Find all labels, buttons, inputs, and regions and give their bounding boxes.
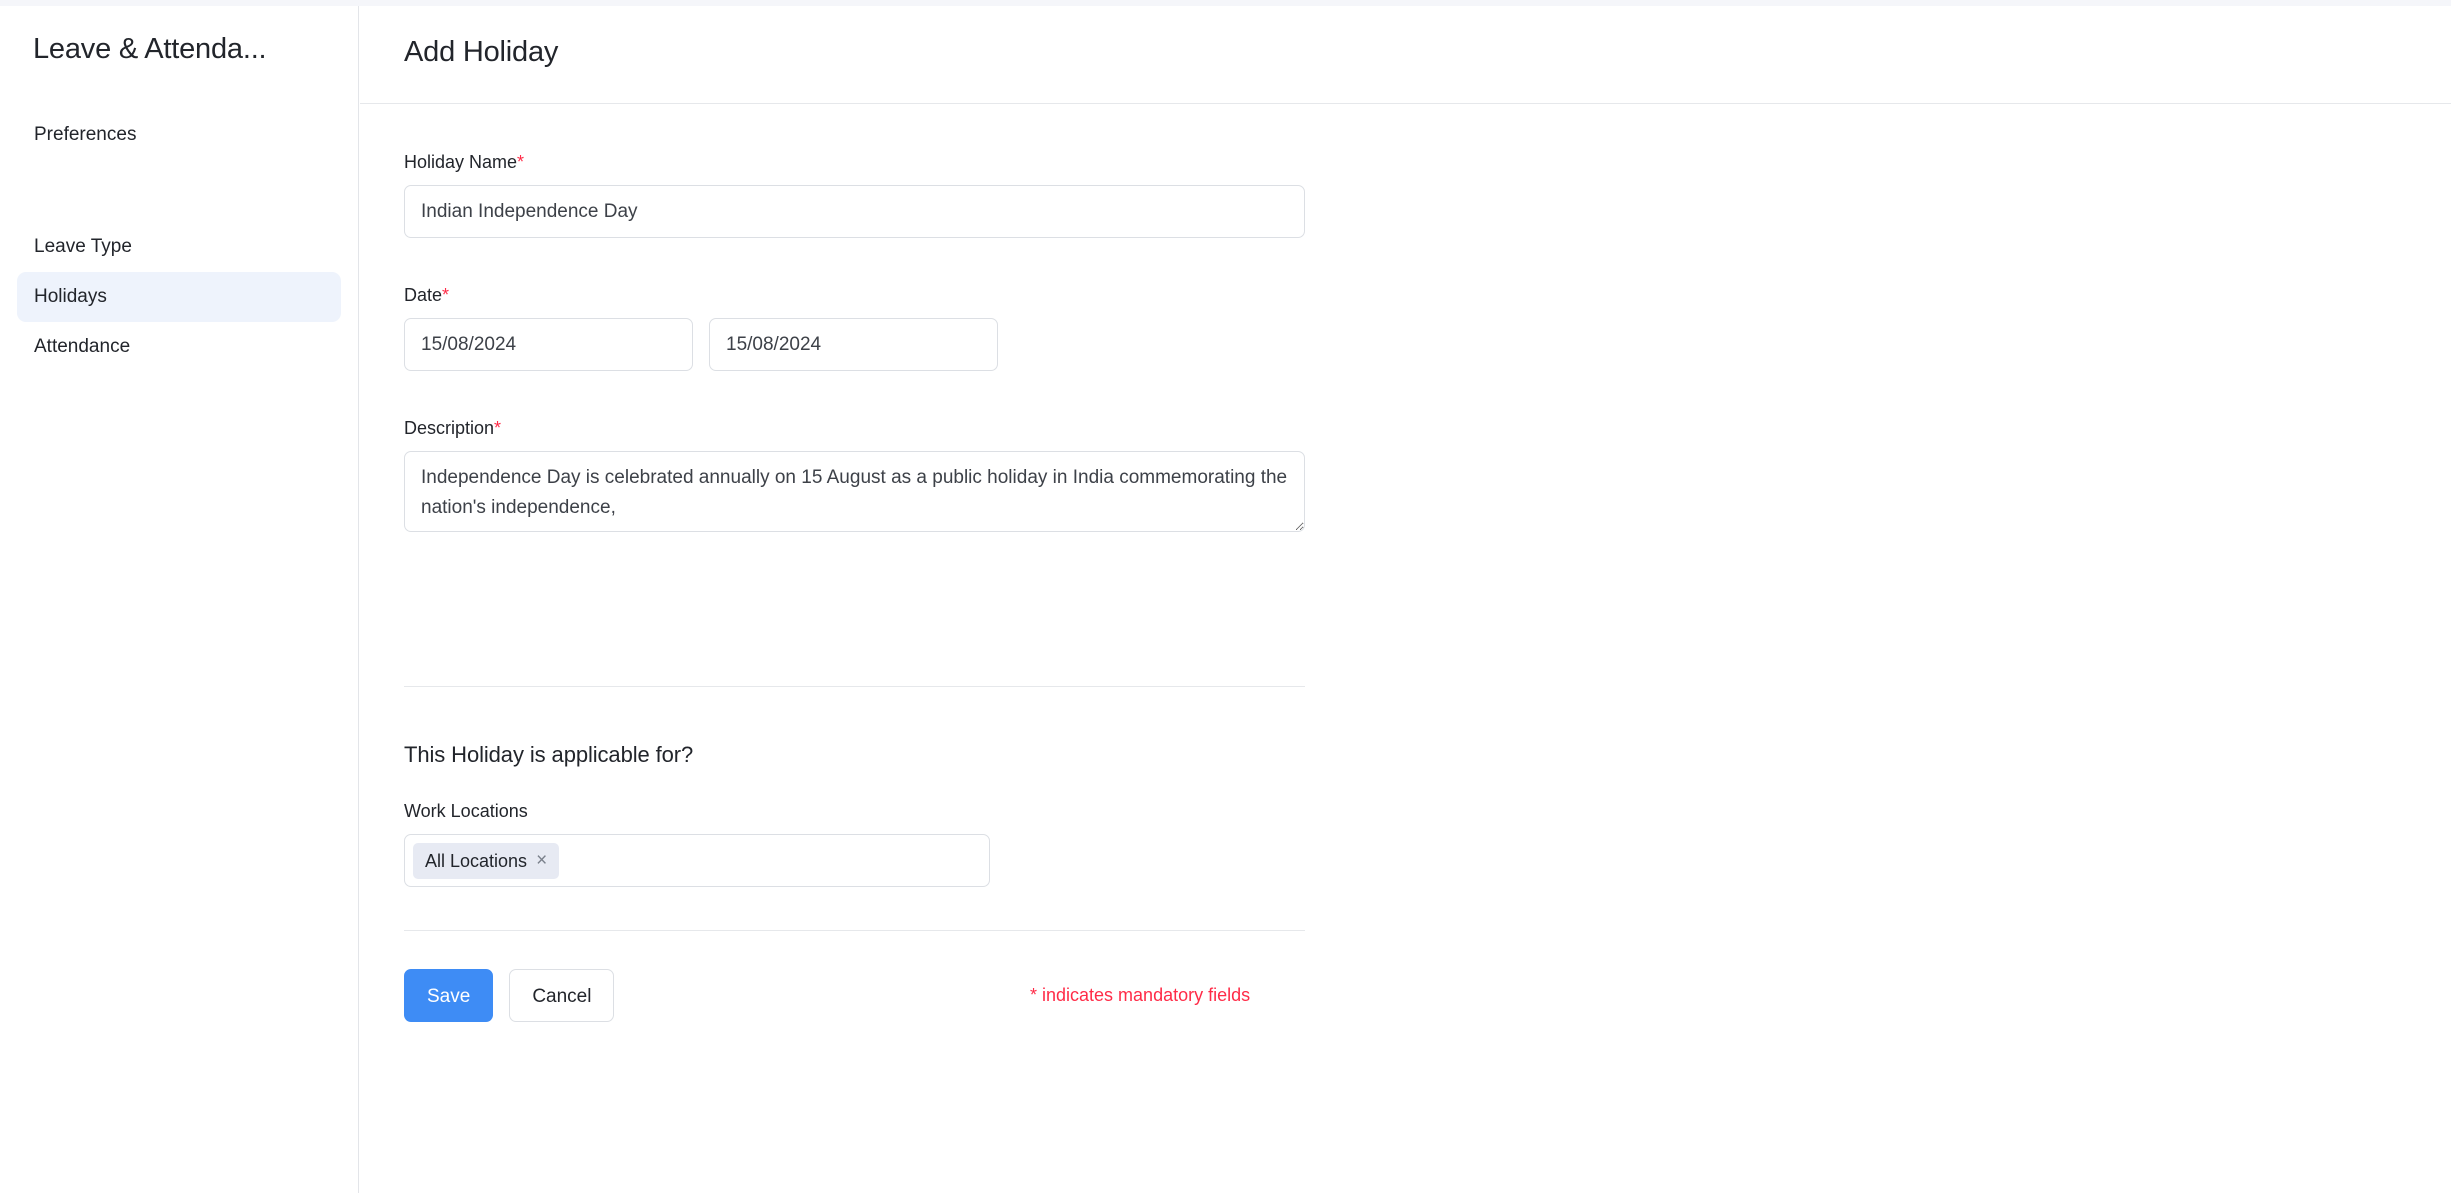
sidebar-item-label: Holidays: [34, 286, 107, 307]
holiday-name-field-group: Holiday Name*: [404, 151, 1305, 238]
description-textarea[interactable]: Independence Day is celebrated annually …: [404, 451, 1305, 532]
applicable-section-heading: This Holiday is applicable for?: [404, 742, 694, 767]
date-to-input[interactable]: [709, 318, 998, 371]
page-title: Add Holiday: [404, 36, 559, 68]
main-content: Add Holiday Holiday Name* Date* Descript…: [360, 6, 2451, 1197]
sidebar: Leave & Attenda... Preferences Leave Typ…: [0, 6, 359, 1193]
section-divider-top: [404, 686, 1305, 687]
sidebar-item-label: Leave Type: [34, 236, 132, 257]
chip-remove-icon[interactable]: ×: [536, 851, 547, 870]
sidebar-item-leave-type[interactable]: Leave Type: [17, 222, 341, 272]
description-label-text: Description: [404, 418, 495, 438]
save-button[interactable]: Save: [404, 969, 494, 1022]
holiday-name-label-text: Holiday Name: [404, 152, 518, 172]
date-range-row: [404, 318, 998, 371]
chip-all-locations[interactable]: All Locations ×: [413, 842, 560, 879]
sidebar-item-preferences[interactable]: Preferences: [17, 110, 341, 160]
chip-label: All Locations: [425, 850, 528, 871]
required-asterisk: *: [517, 152, 525, 172]
work-locations-multiselect[interactable]: All Locations ×: [404, 834, 990, 887]
required-asterisk: *: [494, 418, 502, 438]
holiday-name-label: Holiday Name*: [404, 151, 1305, 173]
sidebar-title: Leave & Attenda...: [33, 33, 267, 65]
cancel-button[interactable]: Cancel: [509, 969, 615, 1022]
form-actions: Save Cancel: [404, 969, 615, 1022]
sidebar-item-label: Attendance: [34, 336, 131, 357]
sidebar-item-holidays[interactable]: Holidays: [17, 272, 341, 322]
date-label-text: Date: [404, 285, 443, 305]
date-field-group: Date*: [404, 284, 998, 371]
app-window: Leave & Attenda... Preferences Leave Typ…: [0, 0, 2451, 1197]
description-label: Description*: [404, 417, 1305, 439]
page-header: Add Holiday: [360, 6, 2451, 104]
date-label: Date*: [404, 284, 998, 306]
section-divider-bottom: [404, 930, 1305, 931]
holiday-name-input[interactable]: [404, 185, 1305, 238]
sidebar-item-label: Preferences: [34, 124, 137, 145]
mandatory-fields-note: * indicates mandatory fields: [1030, 985, 1251, 1005]
work-locations-field-group: Work Locations All Locations ×: [404, 800, 990, 887]
sidebar-item-attendance[interactable]: Attendance: [17, 322, 341, 372]
required-asterisk: *: [442, 285, 450, 305]
sidebar-nav: Preferences Leave Type Holidays Attendan…: [0, 110, 358, 372]
date-from-input[interactable]: [404, 318, 693, 371]
description-field-group: Description* Independence Day is celebra…: [404, 417, 1305, 537]
work-locations-label: Work Locations: [404, 801, 528, 821]
